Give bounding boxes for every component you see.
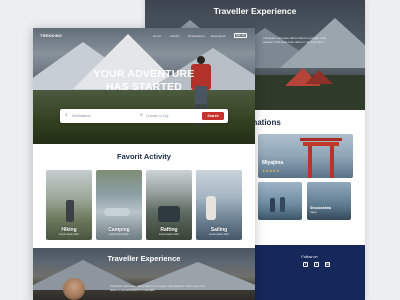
nav-link-destinations[interactable]: Destinations: [188, 34, 205, 38]
hero-title: YOUR ADVENTURE HAS STARTED: [33, 68, 255, 93]
instagram-icon[interactable]: in: [325, 262, 330, 267]
country-city-input[interactable]: Country or City: [146, 114, 169, 118]
activities-title: Favorit Activity: [117, 152, 171, 161]
nav-link-home[interactable]: Home: [153, 34, 161, 38]
footer: Follow on f t in: [254, 245, 365, 300]
destination-feature-label: Miyajima: [262, 160, 284, 166]
activity-card-hiking[interactable]: Hiking Lorem ipsum dolor: [46, 170, 92, 240]
destination-card[interactable]: [258, 182, 302, 220]
destination-card[interactable]: Shodoshima Japan: [307, 182, 351, 220]
activity-card-rafting[interactable]: Rafting Lorem ipsum dolor: [146, 170, 192, 240]
footer-follow-label: Follow on: [301, 255, 318, 259]
background-experience-quote: Voluptate velit esse cillum dolore eu fu…: [263, 36, 327, 45]
nav-link-experience[interactable]: Experience: [211, 34, 226, 38]
destination-card-feature[interactable]: Miyajima ★★★★★: [258, 134, 353, 178]
site-logo[interactable]: TREKKING: [40, 34, 62, 38]
rating-stars: ★★★★★: [262, 169, 281, 173]
search-icon: ⌕: [65, 112, 68, 117]
twitter-icon[interactable]: t: [314, 262, 319, 267]
activity-card-sub: Lorem ipsum dolor: [59, 233, 79, 236]
destination-input[interactable]: Destinations: [72, 114, 91, 118]
tent-shape: [305, 70, 333, 84]
destination-sublabel: Japan: [310, 211, 317, 214]
activity-card-sailing[interactable]: Sailing Lorem ipsum dolor: [196, 170, 242, 240]
facebook-icon[interactable]: f: [303, 262, 308, 267]
hero-title-line: HAS STARTED: [105, 80, 183, 93]
activity-card-sub: Lorem ipsum dolor: [209, 233, 229, 236]
hero-title-line: YOUR ADVENTURE: [93, 68, 195, 80]
background-experience-title: Traveller Experience: [213, 6, 297, 16]
sign-up-button[interactable]: Sign Up: [234, 33, 247, 38]
main-page-preview: TREKKING Home Activity Destinations Expe…: [33, 28, 255, 300]
destination-label: Shodoshima: [310, 206, 332, 210]
location-pin-icon: ⚲: [140, 112, 143, 117]
activity-card-sub: Lorem ipsum dolor: [159, 233, 179, 236]
avatar: [63, 278, 85, 300]
activity-card-camping[interactable]: Camping Lorem ipsum dolor: [96, 170, 142, 240]
nav-link-activity[interactable]: Activity: [170, 34, 180, 38]
experience-section: Traveller Experience Voluptate velit ess…: [33, 248, 255, 300]
search-bar: ⌕ Destinations ⚲ Country or City Search: [60, 109, 228, 123]
search-button[interactable]: Search: [202, 112, 224, 120]
experience-title: Traveller Experience: [107, 254, 181, 263]
experience-quote: Voluptate velit esse cillum dolore eu fu…: [110, 284, 206, 293]
hero-section: TREKKING Home Activity Destinations Expe…: [33, 28, 255, 144]
activity-card-sub: Lorem ipsum dolor: [109, 233, 129, 236]
